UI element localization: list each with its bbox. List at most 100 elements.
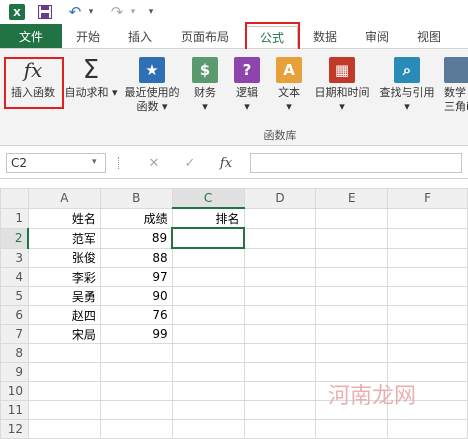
- cell-d[interactable]: [243, 227, 317, 249]
- cell-a[interactable]: 李彩: [27, 267, 101, 287]
- customize-toolbar-icon[interactable]: ▾: [146, 3, 156, 21]
- financial-button[interactable]: $ 财务 ▾: [188, 55, 222, 121]
- cell-b[interactable]: 99: [99, 324, 173, 344]
- cell-e[interactable]: [315, 267, 389, 287]
- select-all-corner[interactable]: [0, 188, 29, 209]
- row-header[interactable]: 1: [0, 207, 29, 229]
- cell-c[interactable]: [171, 227, 246, 249]
- cell-c[interactable]: [171, 305, 245, 325]
- cell-b[interactable]: 97: [99, 267, 173, 287]
- cell-b[interactable]: [99, 343, 173, 363]
- cell-e[interactable]: [315, 247, 389, 268]
- cell-c[interactable]: [171, 343, 245, 363]
- row-header[interactable]: 6: [0, 305, 29, 325]
- row-header[interactable]: 12: [0, 419, 29, 439]
- cell-c[interactable]: [171, 381, 245, 401]
- cell-e[interactable]: [315, 227, 389, 249]
- cell-b[interactable]: [99, 362, 173, 382]
- autosum-button[interactable]: Σ 自动求和 ▾: [64, 55, 117, 121]
- cell-a[interactable]: 吴勇: [27, 286, 101, 306]
- column-header-f[interactable]: F: [387, 188, 468, 209]
- cell-b[interactable]: [99, 400, 173, 420]
- cell-c[interactable]: [171, 286, 245, 306]
- redo-dropdown-icon[interactable]: ▾: [128, 3, 138, 21]
- save-icon[interactable]: [36, 3, 54, 21]
- cell-d[interactable]: [243, 267, 317, 287]
- cell-e[interactable]: [315, 286, 389, 306]
- cell-d[interactable]: [243, 286, 317, 306]
- insert-function-button[interactable]: fx 插入函数: [6, 55, 60, 121]
- cell-b[interactable]: [99, 419, 173, 439]
- cell-d[interactable]: [243, 400, 317, 420]
- column-header-a[interactable]: A: [27, 188, 101, 209]
- cell-f[interactable]: [387, 419, 468, 439]
- tab-insert[interactable]: 插入: [118, 24, 162, 48]
- cell-a[interactable]: 赵四: [27, 305, 101, 325]
- cell-d[interactable]: [243, 324, 317, 344]
- cell-c[interactable]: [171, 324, 245, 344]
- insert-function-fx-icon[interactable]: fx: [216, 153, 236, 173]
- cell-f[interactable]: [387, 286, 468, 306]
- cell-f[interactable]: [387, 267, 468, 287]
- row-header[interactable]: 9: [0, 362, 29, 382]
- cell-f[interactable]: [387, 343, 468, 363]
- row-header[interactable]: 4: [0, 267, 29, 287]
- cell-e[interactable]: [315, 324, 389, 344]
- math-trig-button[interactable]: 数学 三角i: [444, 55, 468, 121]
- cell-a[interactable]: 张俊: [27, 247, 101, 268]
- cell-e[interactable]: [315, 419, 389, 439]
- cell-d[interactable]: [243, 247, 317, 268]
- row-header[interactable]: 2: [0, 227, 30, 249]
- cell-b[interactable]: 89: [99, 227, 173, 249]
- undo-dropdown-icon[interactable]: ▾: [86, 3, 96, 21]
- row-header[interactable]: 7: [0, 324, 29, 344]
- cell-c[interactable]: [171, 362, 245, 382]
- cell-a[interactable]: 范军: [27, 227, 101, 249]
- cell-b[interactable]: 76: [99, 305, 173, 325]
- cell-f[interactable]: [387, 247, 468, 268]
- redo-icon[interactable]: ↷: [106, 3, 128, 21]
- recent-functions-button[interactable]: ★ 最近使用的 函数 ▾: [120, 55, 184, 121]
- column-header-d[interactable]: D: [243, 188, 317, 209]
- row-header[interactable]: 5: [0, 286, 29, 306]
- cell-a[interactable]: [27, 400, 101, 420]
- tab-home[interactable]: 开始: [66, 24, 110, 48]
- tab-data[interactable]: 数据: [304, 24, 346, 48]
- column-header-c[interactable]: C: [171, 188, 245, 209]
- cell-d[interactable]: [243, 305, 317, 325]
- cell-a[interactable]: 宋局: [27, 324, 101, 344]
- date-time-button[interactable]: ▦ 日期和时间 ▾: [312, 55, 372, 121]
- tab-review[interactable]: 审阅: [356, 24, 398, 48]
- tab-file[interactable]: 文件: [0, 24, 62, 48]
- cell-d[interactable]: [243, 207, 317, 229]
- row-header[interactable]: 10: [0, 381, 29, 401]
- logical-button[interactable]: ? 逻辑 ▾: [230, 55, 264, 121]
- cell-d[interactable]: [243, 362, 317, 382]
- row-header[interactable]: 3: [0, 247, 29, 268]
- cell-c[interactable]: [171, 267, 245, 287]
- text-functions-button[interactable]: A 文本 ▾: [272, 55, 306, 121]
- cell-b[interactable]: 成绩: [99, 207, 173, 229]
- name-box[interactable]: C2: [6, 153, 106, 173]
- column-header-e[interactable]: E: [315, 188, 389, 209]
- cell-e[interactable]: [315, 207, 389, 229]
- cell-f[interactable]: [387, 207, 468, 229]
- tab-formulas[interactable]: 公式: [246, 26, 298, 48]
- column-header-b[interactable]: B: [99, 188, 173, 209]
- cell-f[interactable]: [387, 227, 468, 249]
- tab-page-layout[interactable]: 页面布局: [172, 24, 238, 48]
- cell-a[interactable]: [27, 343, 101, 363]
- row-header[interactable]: 8: [0, 343, 29, 363]
- cell-b[interactable]: [99, 381, 173, 401]
- cell-f[interactable]: [387, 305, 468, 325]
- cancel-icon[interactable]: ✕: [144, 153, 164, 173]
- cell-a[interactable]: 姓名: [27, 207, 101, 229]
- cell-c[interactable]: [171, 400, 245, 420]
- cell-c[interactable]: [171, 419, 245, 439]
- cell-a[interactable]: [27, 419, 101, 439]
- tab-view[interactable]: 视图: [408, 24, 450, 48]
- formula-bar-separator[interactable]: [118, 157, 121, 169]
- cell-d[interactable]: [243, 343, 317, 363]
- cell-c[interactable]: 排名: [171, 207, 245, 229]
- cell-a[interactable]: [27, 381, 101, 401]
